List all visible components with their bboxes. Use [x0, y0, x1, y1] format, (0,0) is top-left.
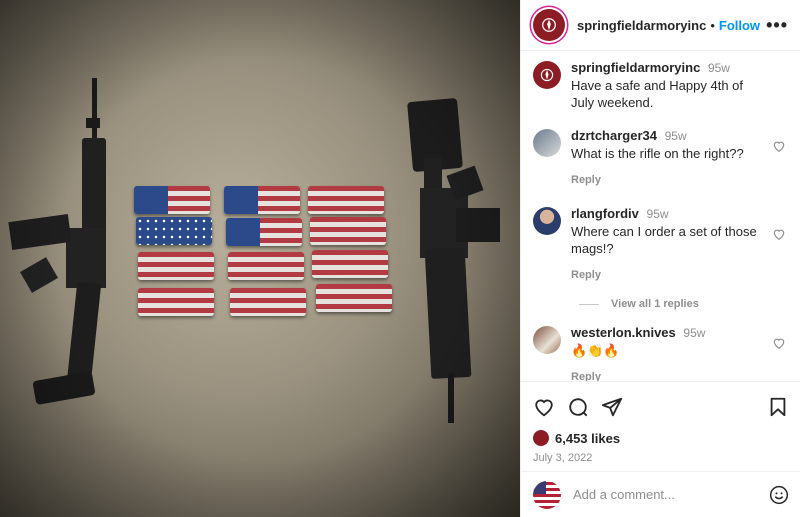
caption-username[interactable]: springfieldarmoryinc — [571, 60, 700, 75]
caption-time: 95w — [707, 61, 730, 75]
flag-magazine — [138, 252, 214, 280]
brand-logo-icon — [542, 18, 556, 32]
like-comment-heart-icon[interactable] — [772, 139, 786, 153]
likes-count[interactable]: 6,453 likes — [533, 430, 789, 446]
flag-magazine — [316, 284, 392, 312]
comment-text: 🔥👏🔥 — [571, 343, 620, 358]
flag-magazine — [134, 186, 210, 214]
reply-button[interactable]: Reply — [571, 172, 762, 189]
comment-time: 95w — [683, 326, 706, 340]
brand-logo-icon — [540, 68, 554, 82]
view-replies-button[interactable]: View all 1 replies — [579, 298, 788, 310]
follow-button[interactable]: Follow — [719, 18, 760, 33]
caption-text: Have a safe and Happy 4th of July weeken… — [571, 78, 744, 110]
flag-magazine — [230, 288, 306, 316]
caption-avatar[interactable] — [533, 61, 561, 89]
emoji-icon[interactable] — [769, 485, 789, 505]
reply-button[interactable]: Reply — [571, 369, 762, 381]
comment-time: 95w — [664, 129, 687, 143]
comment-text: Where can I order a set of those mags!? — [571, 224, 757, 256]
current-user-avatar — [533, 480, 561, 509]
post-date: July 3, 2022 — [533, 452, 593, 464]
likes-label: 6,453 likes — [555, 430, 621, 446]
action-icon-row — [533, 394, 789, 420]
flag-magazine — [312, 250, 388, 278]
view-replies-label: View all 1 replies — [611, 298, 699, 310]
comment-icon[interactable] — [567, 396, 589, 418]
reply-button[interactable]: Reply — [571, 267, 762, 284]
comment-item: dzrtcharger34 95w What is the rifle on t… — [533, 127, 788, 189]
comment-username[interactable]: dzrtcharger34 — [571, 128, 657, 143]
author-avatar[interactable] — [533, 9, 565, 41]
flag-magazine — [138, 288, 214, 316]
like-comment-heart-icon[interactable] — [772, 227, 786, 241]
right-rifle — [407, 98, 500, 423]
heart-icon[interactable] — [533, 396, 555, 418]
liker-avatar — [533, 430, 549, 446]
post-header: springfieldarmoryinc • Follow ••• — [521, 0, 800, 51]
comment-time: 95w — [646, 207, 669, 221]
add-comment-bar: Add a comment... — [521, 471, 800, 517]
add-comment-input[interactable]: Add a comment... — [573, 487, 769, 502]
flag-magazine — [226, 218, 302, 246]
bookmark-icon[interactable] — [767, 396, 789, 418]
comment-item: westerlon.knives 95w 🔥👏🔥 Reply — [533, 324, 788, 381]
more-options-icon[interactable]: ••• — [766, 15, 788, 36]
comment-text: What is the rifle on the right?? — [571, 146, 744, 161]
commenter-avatar[interactable] — [533, 207, 561, 235]
commenter-avatar[interactable] — [533, 129, 561, 157]
post-actions: 6,453 likes July 3, 2022 — [521, 381, 800, 464]
post-image[interactable] — [0, 0, 520, 517]
commenter-avatar[interactable] — [533, 326, 561, 354]
flag-magazine — [136, 217, 212, 245]
flag-magazine — [308, 186, 384, 214]
left-rifle — [8, 78, 106, 405]
comment-username[interactable]: westerlon.knives — [571, 325, 676, 340]
comment-item: rlangfordiv 95w Where can I order a set … — [533, 205, 788, 284]
like-comment-heart-icon[interactable] — [772, 336, 786, 350]
replies-divider — [579, 303, 599, 305]
separator-dot: • — [710, 17, 715, 33]
flag-magazine — [228, 252, 304, 280]
post-details-panel: springfieldarmoryinc • Follow ••• spring… — [520, 0, 800, 517]
comment-username[interactable]: rlangfordiv — [571, 206, 639, 221]
flag-magazine — [224, 186, 300, 214]
author-username[interactable]: springfieldarmoryinc — [577, 18, 706, 33]
share-icon[interactable] — [601, 396, 623, 418]
flag-magazine — [310, 217, 386, 245]
post-caption: springfieldarmoryinc 95w Have a safe and… — [533, 59, 788, 111]
comments-list[interactable]: springfieldarmoryinc 95w Have a safe and… — [521, 51, 800, 381]
